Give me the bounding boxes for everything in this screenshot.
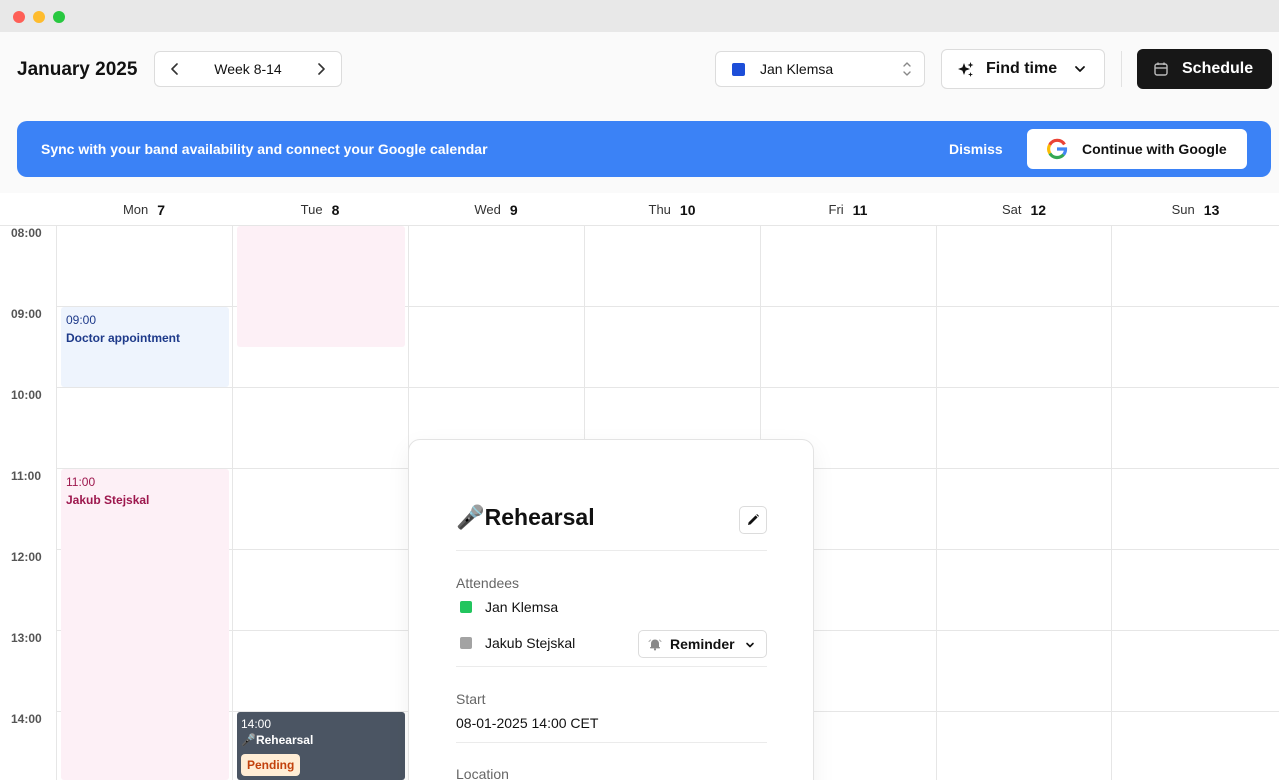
time-label: 09:00 — [11, 307, 42, 321]
next-week-button[interactable] — [301, 52, 341, 86]
maximize-window-button[interactable] — [53, 11, 65, 23]
header-divider — [1121, 51, 1122, 87]
time-label: 10:00 — [11, 388, 42, 402]
day-number: 8 — [331, 201, 340, 218]
day-header-mon: Mon 7 — [56, 193, 232, 226]
day-name: Sun — [1171, 202, 1195, 217]
continue-with-google-button[interactable]: Continue with Google — [1027, 129, 1247, 169]
event-rehearsal[interactable]: 14:00 🎤Rehearsal Pending — [237, 712, 405, 780]
column-line — [936, 226, 937, 780]
day-header-thu: Thu 10 — [584, 193, 760, 226]
attendee-row: Jakub Stejskal — [460, 634, 575, 652]
popover-title: 🎤Rehearsal — [456, 504, 595, 530]
day-header-tue: Tue 8 — [232, 193, 408, 226]
column-line — [56, 226, 57, 780]
edit-event-button[interactable] — [739, 506, 767, 534]
calendar-header: January 2025 Week 8-14 Jan Klemsa Find t… — [0, 32, 1279, 193]
schedule-button[interactable]: Schedule — [1137, 49, 1272, 89]
day-number: 9 — [509, 201, 518, 218]
find-time-label: Find time — [986, 60, 1058, 77]
dismiss-button[interactable]: Dismiss — [949, 121, 1003, 177]
location-label: Location — [456, 766, 509, 780]
day-number: 11 — [852, 201, 868, 218]
close-window-button[interactable] — [13, 11, 25, 23]
day-header-fri: Fri 11 — [760, 193, 936, 226]
start-value: 08-01-2025 14:00 CET — [456, 715, 599, 731]
chevron-up-down-icon — [903, 62, 911, 76]
chevron-right-icon — [318, 63, 325, 75]
day-number: 12 — [1030, 201, 1047, 218]
event-time: 09:00 — [66, 313, 97, 327]
attendees-label: Attendees — [456, 575, 520, 591]
day-number: 7 — [157, 201, 166, 218]
time-label: 12:00 — [11, 550, 42, 564]
header-separator — [0, 225, 1279, 226]
day-number: 13 — [1203, 201, 1220, 218]
attendee-name: Jan Klemsa — [485, 599, 559, 615]
google-sync-banner: Sync with your band availability and con… — [17, 121, 1271, 177]
week-label: Week 8-14 — [214, 61, 282, 77]
month-title: January 2025 — [17, 59, 138, 80]
time-label: 11:00 — [11, 469, 42, 483]
bell-icon — [648, 639, 662, 651]
day-header-sun: Sun 13 — [1112, 193, 1279, 226]
pencil-icon — [748, 514, 759, 525]
popover-divider — [456, 550, 767, 551]
attendee-row: Jan Klemsa — [460, 598, 558, 616]
reminder-button[interactable]: Reminder — [638, 630, 767, 658]
minimize-window-button[interactable] — [33, 11, 45, 23]
event-title: Jakub Stejskal — [66, 493, 150, 507]
find-time-button[interactable]: Find time — [941, 49, 1105, 89]
week-navigator: Week 8-14 — [154, 51, 342, 87]
day-name: Thu — [648, 202, 671, 217]
tuesday-busy-block[interactable] — [237, 226, 405, 347]
attendee-status-swatch — [460, 637, 472, 649]
column-line — [232, 226, 233, 780]
attendee-status-swatch — [460, 601, 472, 613]
event-jakub-stejskal[interactable]: 11:00 Jakub Stejskal — [61, 469, 229, 780]
previous-week-button[interactable] — [155, 52, 195, 86]
chevron-left-icon — [171, 63, 178, 75]
sparkle-icon — [958, 62, 974, 77]
chevron-down-icon — [746, 642, 754, 648]
start-label: Start — [456, 691, 486, 707]
time-label: 08:00 — [11, 226, 42, 240]
event-doctor-appointment[interactable]: 09:00 Doctor appointment — [61, 307, 229, 387]
user-select[interactable]: Jan Klemsa — [715, 51, 925, 87]
day-name: Wed — [474, 202, 501, 217]
column-line — [1111, 226, 1112, 780]
day-name: Sat — [1001, 202, 1022, 217]
reminder-label: Reminder — [670, 636, 735, 652]
time-label: 14:00 — [11, 712, 42, 726]
chevron-down-icon — [1075, 66, 1085, 72]
event-title: Doctor appointment — [66, 331, 180, 345]
event-details-popover: 🎤Rehearsal Attendees Jan Klemsa Jakub St… — [408, 439, 814, 780]
attendee-name: Jakub Stejskal — [485, 635, 576, 651]
user-select-value: Jan Klemsa — [760, 61, 834, 77]
banner-text: Sync with your band availability and con… — [41, 141, 488, 157]
user-color-swatch — [732, 63, 745, 76]
pending-badge: Pending — [241, 754, 301, 776]
google-logo-icon — [1047, 138, 1068, 160]
event-time: 14:00 — [241, 717, 272, 731]
event-title: 🎤Rehearsal — [241, 733, 314, 747]
day-number: 10 — [679, 201, 696, 218]
time-label: 13:00 — [11, 631, 42, 645]
popover-divider — [456, 742, 767, 743]
day-name: Mon — [122, 202, 149, 217]
continue-with-google-label: Continue with Google — [1082, 141, 1227, 157]
event-time: 11:00 — [66, 475, 96, 489]
window-titlebar — [0, 0, 1279, 32]
calendar-icon — [1154, 62, 1168, 76]
day-header-wed: Wed 9 — [408, 193, 584, 226]
day-name: Tue — [300, 202, 323, 217]
schedule-label: Schedule — [1182, 60, 1254, 77]
hour-line — [56, 387, 1279, 388]
day-header-sat: Sat 12 — [936, 193, 1112, 226]
popover-divider — [456, 666, 767, 667]
day-name: Fri — [828, 202, 844, 217]
